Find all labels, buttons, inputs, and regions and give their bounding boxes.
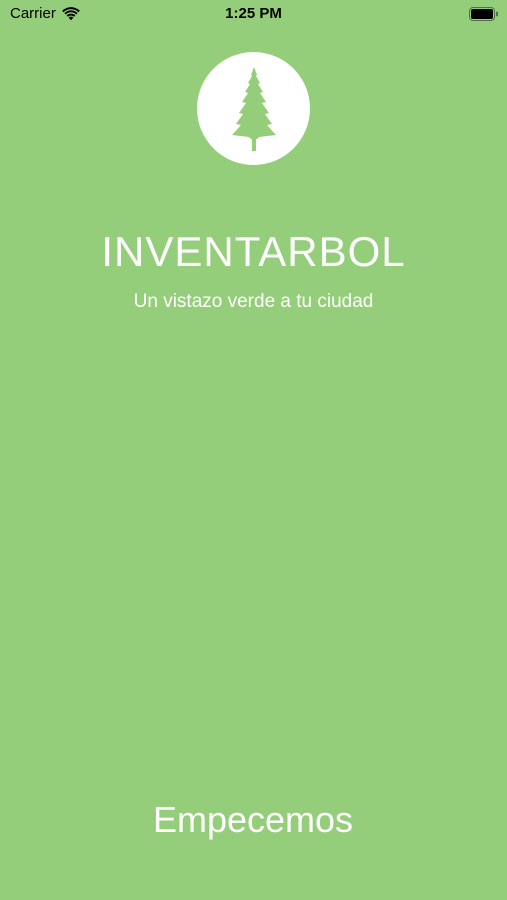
app-title: INVENTARBOL (101, 228, 406, 275)
welcome-screen: Carrier 1:25 PM INVENTARBOL Un vistazo v… (0, 0, 507, 900)
status-time: 1:25 PM (225, 5, 282, 22)
app-logo (197, 52, 310, 165)
battery-icon (469, 7, 498, 21)
tree-icon (231, 66, 276, 151)
status-bar: Carrier 1:25 PM (0, 0, 507, 28)
start-button[interactable]: Empecemos (103, 790, 403, 850)
app-subtitle: Un vistazo verde a tu ciudad (133, 291, 374, 312)
